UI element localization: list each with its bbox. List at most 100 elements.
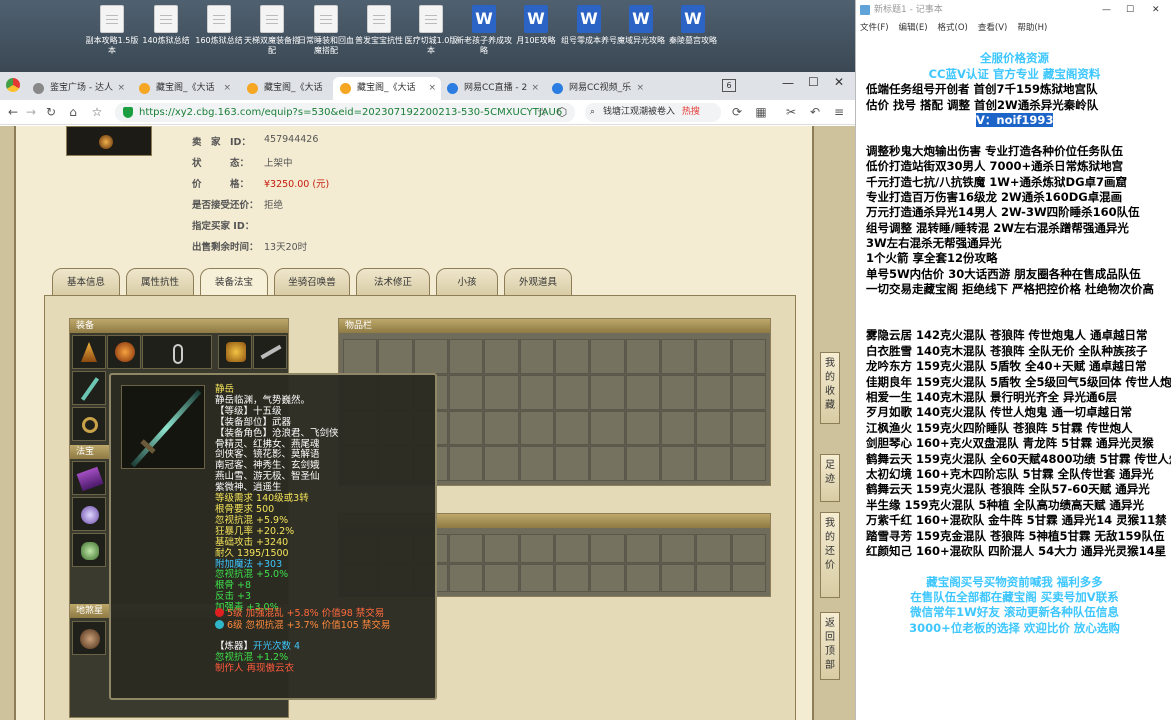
notepad-menu-item[interactable]: 编辑(E) — [899, 23, 928, 33]
inventory-slot[interactable] — [484, 446, 519, 481]
inventory-slot[interactable] — [696, 563, 731, 592]
detail-tab[interactable]: 外观道具 — [504, 268, 572, 296]
desktop-icon[interactable]: 140炼狱总结 — [138, 5, 194, 46]
star-list-icon[interactable]: ☆ — [88, 103, 106, 121]
desktop-icon[interactable]: W 月10E攻略 — [508, 5, 564, 46]
browser-tab[interactable]: 网易CC直播 - 2 × — [440, 77, 544, 100]
tab-close-icon[interactable]: × — [531, 77, 539, 100]
inventory-slot[interactable] — [378, 339, 413, 374]
inventory-slot[interactable] — [731, 563, 766, 592]
inventory-slot[interactable] — [519, 446, 554, 481]
inventory-slot[interactable] — [448, 374, 484, 410]
inventory-slot[interactable] — [590, 339, 625, 374]
inventory-slot[interactable] — [554, 563, 590, 592]
inventory-slot[interactable] — [448, 339, 484, 374]
inventory-slot[interactable] — [590, 410, 625, 446]
sync-icon[interactable]: ⟳ — [728, 103, 746, 121]
inventory-slot[interactable] — [554, 446, 590, 481]
inventory-slot[interactable] — [590, 374, 625, 410]
forward-icon[interactable]: → — [22, 103, 40, 121]
inventory-slot[interactable] — [731, 339, 766, 374]
side-button[interactable]: 我的还价 — [820, 512, 840, 598]
inventory-slot[interactable] — [519, 534, 554, 563]
treasure-slot-1[interactable] — [72, 461, 106, 495]
address-bar[interactable]: https://xy2.cbg.163.com/equip?s=530&eid=… — [115, 103, 575, 122]
inventory-slot[interactable] — [660, 446, 696, 481]
inventory-slot[interactable] — [554, 410, 590, 446]
inventory-slot[interactable] — [625, 374, 660, 410]
bookmark-star-icon[interactable]: ☆ — [533, 103, 551, 121]
side-button[interactable]: 我的收藏 — [820, 352, 840, 424]
menu-icon[interactable]: ≡ — [830, 103, 848, 121]
equip-slot-7[interactable] — [72, 407, 106, 441]
inventory-slot[interactable] — [484, 339, 519, 374]
browser-logo-icon[interactable] — [6, 78, 20, 92]
extension-icon[interactable]: ⬡ — [553, 103, 571, 121]
inventory-slot[interactable] — [590, 446, 625, 481]
desktop-icon[interactable]: W 组号零成本养号 — [561, 5, 617, 46]
inventory-slot[interactable] — [625, 339, 660, 374]
close-window-button[interactable]: ✕ — [834, 75, 844, 89]
inventory-slot[interactable] — [625, 410, 660, 446]
equip-slot-3[interactable] — [142, 335, 212, 369]
detail-tab[interactable]: 属性抗性 — [126, 268, 194, 296]
inventory-slot[interactable] — [696, 374, 731, 410]
desktop-icon[interactable]: W 秦陵墓宫攻略 — [665, 5, 721, 46]
inventory-slot[interactable] — [660, 563, 696, 592]
equip-slot-2[interactable] — [107, 335, 141, 369]
detail-tab[interactable]: 基本信息 — [52, 268, 120, 296]
browser-tab[interactable]: 藏宝阁_《大话× — [240, 77, 344, 100]
inventory-slot[interactable] — [448, 563, 484, 592]
detail-tab[interactable]: 坐骑召唤兽 — [274, 268, 350, 296]
inventory-slot[interactable] — [590, 534, 625, 563]
inventory-slot[interactable] — [413, 339, 448, 374]
inventory-slot[interactable] — [696, 446, 731, 481]
inventory-slot[interactable] — [484, 410, 519, 446]
detail-tab[interactable]: 装备法宝 — [200, 268, 268, 296]
search-box[interactable]: ⌕ 钱塘江观潮被卷入 热搜 — [585, 103, 721, 122]
inventory-slot[interactable] — [519, 339, 554, 374]
detail-tab[interactable]: 法术修正 — [356, 268, 430, 296]
browser-tab[interactable]: 鉴宝广场 - 达人 × — [26, 77, 130, 100]
notepad-menu-item[interactable]: 查看(V) — [978, 23, 1007, 33]
notepad-menu-item[interactable]: 帮助(H) — [1017, 23, 1047, 33]
inventory-slot[interactable] — [519, 410, 554, 446]
desktop-icon[interactable]: W 魔域异光攻略 — [613, 5, 669, 46]
inventory-slot[interactable] — [625, 563, 660, 592]
side-button[interactable]: 足迹 — [820, 454, 840, 502]
tab-close-icon[interactable]: × — [223, 77, 231, 100]
tab-close-icon[interactable]: × — [428, 77, 436, 100]
apps-grid-icon[interactable]: ▦ — [752, 103, 770, 121]
tab-close-icon[interactable]: × — [636, 77, 644, 100]
inventory-slot[interactable] — [731, 534, 766, 563]
equip-slot-weapon[interactable] — [72, 371, 106, 405]
inventory-slot[interactable] — [554, 374, 590, 410]
inventory-slot[interactable] — [625, 446, 660, 481]
inventory-slot[interactable] — [590, 563, 625, 592]
notepad-close[interactable]: ✕ — [1152, 0, 1160, 20]
inventory-slot[interactable] — [660, 534, 696, 563]
desktop-icon[interactable]: 160炼狱总结 — [191, 5, 247, 46]
desktop-icon[interactable]: 普发宝宝抗性 — [351, 5, 407, 46]
notepad-text[interactable]: 全服价格资源 CC蓝V认证 官方专业 藏宝阁资料 低端任务组号开创者 首创7千159… — [858, 36, 1171, 720]
detail-tab[interactable]: 小孩 — [436, 268, 498, 296]
tab-count-badge[interactable]: 6 — [722, 79, 736, 92]
home-icon[interactable]: ⌂ — [64, 103, 82, 121]
notepad-menu-item[interactable]: 文件(F) — [860, 23, 889, 33]
back-icon[interactable]: ← — [4, 103, 22, 121]
inventory-slot[interactable] — [660, 374, 696, 410]
inventory-slot[interactable] — [696, 534, 731, 563]
reload-icon[interactable]: ↻ — [42, 103, 60, 121]
inventory-slot[interactable] — [519, 563, 554, 592]
inventory-slot[interactable] — [484, 563, 519, 592]
browser-tab[interactable]: 网易CC视频_乐 × — [545, 77, 649, 100]
minimize-button[interactable]: — — [782, 76, 794, 90]
inventory-slot[interactable] — [519, 374, 554, 410]
desktop-icon[interactable]: 天梯双魔装备搭配 — [244, 5, 300, 56]
side-button[interactable]: 返回顶部 — [820, 612, 840, 680]
desktop-icon[interactable]: 日常睡装和回血魔搭配 — [298, 5, 354, 56]
inventory-slot[interactable] — [554, 534, 590, 563]
inventory-slot[interactable] — [731, 446, 766, 481]
inventory-slot[interactable] — [731, 374, 766, 410]
notepad-menu-item[interactable]: 格式(O) — [938, 23, 968, 33]
